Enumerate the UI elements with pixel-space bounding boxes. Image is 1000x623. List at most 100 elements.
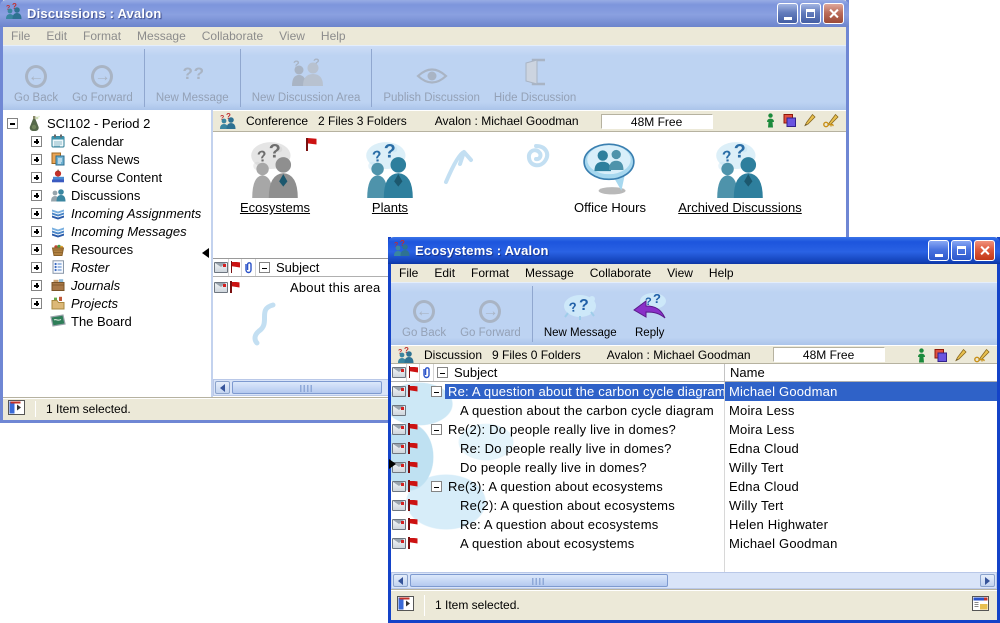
message-row[interactable]: Re(2): Do people really live in domes?Mo… [391,420,997,439]
envelope-column-icon[interactable] [213,259,229,276]
panel-toggle-icon[interactable] [397,596,414,614]
desktop-icon-office-hours[interactable]: Office Hours [535,140,685,215]
tree-item-the-board[interactable]: The Board [3,312,211,330]
menu-collaborate[interactable]: Collaborate [194,29,271,43]
menu-message[interactable]: Message [517,266,582,280]
menu-message[interactable]: Message [129,29,194,43]
plus-expander-icon[interactable] [31,298,42,309]
scroll-left-button[interactable] [215,381,230,394]
new-message-button[interactable]: ? ?New Message [149,48,236,108]
menu-help[interactable]: Help [701,266,742,280]
message-row[interactable]: Re: A question about ecosystemsHelen Hig… [391,515,997,534]
menu-format[interactable]: Format [463,266,517,280]
desktop-icon-label[interactable]: Office Hours [574,200,646,215]
desktop-icon-plants[interactable]: ? ? Plants [315,140,465,215]
envelope-column-icon[interactable] [391,364,407,381]
pencil-icon[interactable] [803,113,816,128]
splitter-collapse-icon[interactable] [197,248,209,258]
subject-column-header[interactable]: Subject [454,365,724,380]
plus-expander-icon[interactable] [31,172,42,183]
tree-item-discussions[interactable]: Discussions [3,186,211,204]
paperclip-column-icon[interactable] [242,259,256,276]
minus-expander-icon[interactable] [431,386,442,397]
layered-squares-icon[interactable] [933,348,948,363]
name-column-header[interactable]: Name [724,364,997,381]
publish-discussion-button[interactable]: Publish Discussion [376,48,487,108]
maximize-button[interactable] [951,240,972,261]
pencil-icon[interactable] [954,348,967,363]
close-button[interactable] [823,3,844,24]
plus-expander-icon[interactable] [31,136,42,147]
titlebar[interactable]: ? ? Ecosystems : Avalon [388,237,1000,264]
menu-format[interactable]: Format [75,29,129,43]
tree-item-course-content[interactable]: Course Content [3,168,211,186]
menu-file[interactable]: File [391,266,426,280]
titlebar[interactable]: ? ? Discussions : Avalon [0,0,849,27]
plus-expander-icon[interactable] [31,226,42,237]
plus-expander-icon[interactable] [31,262,42,273]
message-row[interactable]: A question about ecosystemsMichael Goodm… [391,534,997,553]
subject-column-header[interactable]: Subject [276,260,319,275]
new-discussion-area-button[interactable]: ? ? New Discussion Area [245,48,368,108]
menu-edit[interactable]: Edit [426,266,463,280]
desktop-icon-archived-discussions[interactable]: ? ? Archived Discussions [665,140,815,215]
tree-item-journals[interactable]: Journals [3,276,211,294]
pencil-key-icon[interactable] [822,113,840,128]
flag-column-icon[interactable] [407,364,420,381]
scroll-left-button[interactable] [393,574,408,587]
message-row[interactable]: Do people really live in domes?Willy Ter… [391,458,997,477]
menu-view[interactable]: View [659,266,701,280]
collapse-all-icon[interactable] [256,259,272,276]
tree-item-class-news[interactable]: Class News [3,150,211,168]
close-button[interactable] [974,240,995,261]
tree-item-projects[interactable]: Projects [3,294,211,312]
desktop-icon-label[interactable]: Plants [372,200,408,215]
minus-expander-icon[interactable] [7,118,18,129]
plus-expander-icon[interactable] [31,280,42,291]
panel-toggle-icon[interactable] [8,400,25,418]
flag-column-icon[interactable] [229,259,242,276]
menu-help[interactable]: Help [313,29,354,43]
view-layout-icon[interactable] [972,596,989,614]
plus-expander-icon[interactable] [31,190,42,201]
column-divider[interactable] [724,382,725,572]
menu-edit[interactable]: Edit [38,29,75,43]
green-person-icon[interactable] [916,348,927,363]
scrollbar-thumb[interactable] [410,574,668,587]
message-row[interactable]: Re(2): A question about ecosystemsWilly … [391,496,997,515]
plus-expander-icon[interactable] [31,208,42,219]
plus-expander-icon[interactable] [31,244,42,255]
tree-item-incoming-assignments[interactable]: Incoming Assignments [3,204,211,222]
green-person-icon[interactable] [765,113,776,128]
menu-file[interactable]: File [3,29,38,43]
go-forward-button[interactable]: →Go Forward [65,48,140,108]
menu-collaborate[interactable]: Collaborate [582,266,659,280]
message-row[interactable]: Re: Do people really live in domes?Edna … [391,439,997,458]
paperclip-column-icon[interactable] [420,364,434,381]
desktop-icon-label[interactable]: Archived Discussions [678,200,802,215]
minimize-button[interactable] [777,3,798,24]
go-back-button[interactable]: ←Go Back [7,48,65,108]
tree-item-resources[interactable]: Resources [3,240,211,258]
menu-view[interactable]: View [271,29,313,43]
minus-expander-icon[interactable] [431,481,442,492]
hide-discussion-button[interactable]: Hide Discussion [487,48,583,108]
desktop-icon-label[interactable]: Ecosystems [240,200,310,215]
reply-button[interactable]: ? ? Reply [624,285,676,343]
message-row[interactable]: A question about the carbon cycle diagra… [391,401,997,420]
minus-expander-icon[interactable] [431,424,442,435]
maximize-button[interactable] [800,3,821,24]
scroll-right-button[interactable] [980,574,995,587]
scrollbar-thumb[interactable] [232,381,382,394]
plus-expander-icon[interactable] [31,154,42,165]
minimize-button[interactable] [928,240,949,261]
horizontal-scrollbar[interactable] [391,572,997,589]
tree-item-roster[interactable]: Roster [3,258,211,276]
go-forward-button[interactable]: →Go Forward [453,285,528,343]
go-back-button[interactable]: ←Go Back [395,285,453,343]
message-row[interactable]: Re: A question about the carbon cycle di… [391,382,997,401]
message-row[interactable]: Re(3): A question about ecosystemsEdna C… [391,477,997,496]
tree-item-calendar[interactable]: Calendar [3,132,211,150]
layered-squares-icon[interactable] [782,113,797,128]
new-message-button[interactable]: ? ?New Message [537,285,624,343]
